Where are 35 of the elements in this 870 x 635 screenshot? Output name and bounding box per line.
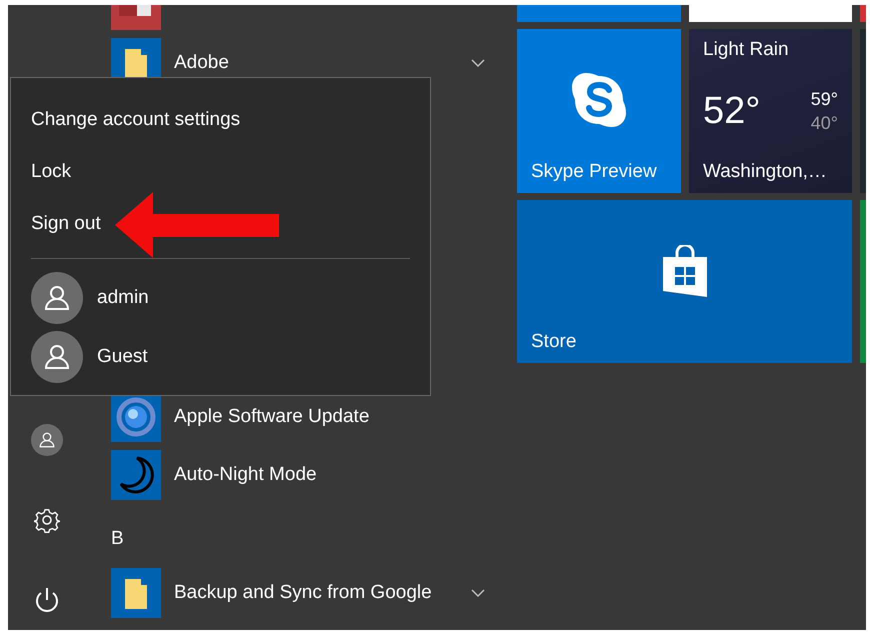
menu-item[interactable]: Sign out <box>31 213 101 235</box>
tile-label: Skype Preview <box>531 161 658 183</box>
weather-tile[interactable]: Light Rain 52° 59° 40° Washington,… <box>689 29 852 193</box>
settings-icon[interactable] <box>34 507 60 533</box>
user-avatar-icon[interactable] <box>30 424 62 456</box>
high-temperature: 59° <box>810 88 838 111</box>
weather-condition: Light Rain <box>703 39 790 61</box>
menu-item[interactable]: Lock <box>31 161 72 183</box>
chevron-down-icon[interactable] <box>471 589 485 597</box>
low-temperature: 40° <box>810 112 838 135</box>
location-name: Washington,… <box>703 161 828 183</box>
folder-icon <box>111 568 161 618</box>
menu-item[interactable]: Change account settings <box>31 109 240 131</box>
app-tile[interactable] <box>860 5 866 22</box>
chevron-down-icon[interactable] <box>471 59 485 67</box>
app-tile[interactable] <box>860 29 866 193</box>
power-icon[interactable] <box>34 586 60 614</box>
app-name[interactable]: Adobe <box>174 52 471 74</box>
shopping-bag-icon <box>660 244 708 296</box>
app-tile[interactable] <box>689 5 852 22</box>
tile-label: Store <box>531 331 578 353</box>
user-name[interactable]: admin <box>97 286 149 308</box>
temperature: 52° <box>703 90 760 132</box>
app-name[interactable]: Backup and Sync from Google <box>174 582 471 604</box>
app-tile[interactable]: Store <box>517 200 852 363</box>
section-letter: B <box>111 528 124 551</box>
app-name[interactable]: Auto-Night Mode <box>174 464 485 486</box>
user-avatar-icon[interactable] <box>31 330 83 382</box>
user-avatar-icon[interactable] <box>31 272 83 324</box>
user-name[interactable]: Guest <box>97 346 148 368</box>
moon-icon <box>111 450 161 500</box>
app-tile[interactable] <box>517 5 681 22</box>
app-tile[interactable]: Skype Preview <box>517 29 681 193</box>
app-tile[interactable] <box>860 200 866 363</box>
app-name[interactable]: Apple Software Update <box>174 406 485 428</box>
